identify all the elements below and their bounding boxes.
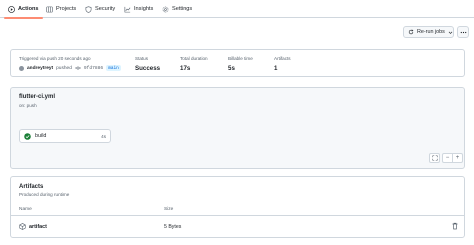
play-icon	[8, 5, 15, 13]
workflow-graph: flutter-ci.yml on: push build 4s − +	[10, 87, 465, 169]
tab-label: Security	[95, 6, 116, 12]
job-build[interactable]: build 4s	[19, 129, 111, 143]
rerun-jobs-button[interactable]: Re-run jobs	[403, 26, 454, 38]
kebab-horizontal-icon	[460, 31, 466, 33]
branch-badge[interactable]: main	[106, 65, 121, 71]
workflow-trigger: on: push	[19, 103, 37, 108]
job-duration: 4s	[101, 133, 106, 139]
gear-icon	[162, 6, 169, 12]
plus-icon: +	[455, 155, 460, 161]
workflow-file-name: flutter-ci.yml	[19, 94, 56, 100]
trigger-text: Triggered via push 20 seconds ago	[19, 56, 91, 61]
repo-tab-bar: Actions Projects Security Insights Setti…	[0, 0, 474, 19]
commit-sha-link[interactable]: 9fd7886	[84, 66, 103, 71]
commit-icon	[74, 66, 81, 70]
tab-label: Settings	[172, 6, 193, 12]
action-text: pushed	[56, 65, 72, 71]
tab-label: Insights	[134, 6, 154, 12]
run-summary-card: Triggered via push 20 seconds ago andrey…	[10, 49, 465, 77]
duration-value[interactable]: 17s	[180, 65, 190, 72]
sync-icon	[408, 29, 414, 35]
graph-icon	[124, 6, 131, 12]
status-value: Success	[135, 65, 161, 72]
commit-info: andreytreyt pushed 9fd7886 main	[19, 65, 121, 71]
duration-label: Total duration	[180, 56, 208, 61]
table-icon	[46, 6, 53, 12]
actor-link[interactable]: andreytreyt	[27, 66, 53, 71]
check-circle-icon	[24, 132, 31, 140]
column-name: Name	[19, 207, 32, 212]
artifacts-label: Artifacts	[274, 56, 291, 61]
artifacts-title: Artifacts	[19, 184, 44, 190]
tab-security[interactable]: Security	[85, 3, 115, 15]
tab-settings[interactable]: Settings	[162, 3, 192, 15]
artifact-name: artifact	[29, 223, 47, 230]
billable-label: Billable time	[228, 56, 253, 61]
package-icon	[19, 223, 26, 230]
chevron-down-icon	[448, 31, 453, 34]
tab-projects[interactable]: Projects	[46, 3, 76, 15]
shield-icon	[85, 5, 92, 13]
screen-full-icon	[431, 155, 438, 161]
job-name: build	[35, 133, 47, 139]
artifacts-table-header: Name Size	[11, 205, 464, 216]
artifact-size: 5 Bytes	[164, 224, 182, 230]
rerun-jobs-label: Re-run jobs	[417, 29, 445, 35]
minus-icon: −	[445, 155, 450, 161]
table-row: artifact 5 Bytes	[11, 221, 464, 235]
avatar	[19, 65, 24, 71]
artifacts-section: Artifacts Produced during runtime Name S…	[10, 176, 465, 238]
artifacts-subtitle: Produced during runtime	[19, 192, 70, 197]
column-size: Size	[164, 207, 174, 212]
tab-actions[interactable]: Actions	[4, 3, 42, 19]
fullscreen-button[interactable]	[429, 153, 440, 163]
status-label: Status	[135, 56, 149, 61]
tab-label: Actions	[18, 6, 39, 12]
tab-insights[interactable]: Insights	[124, 3, 153, 15]
tab-label: Projects	[56, 6, 77, 12]
billable-value[interactable]: 5s	[228, 65, 235, 72]
more-options-button[interactable]	[457, 26, 469, 38]
trash-icon[interactable]	[451, 222, 459, 230]
zoom-in-button[interactable]: +	[452, 153, 463, 163]
artifacts-count[interactable]: 1	[274, 65, 277, 72]
artifact-link[interactable]: artifact	[19, 223, 47, 230]
